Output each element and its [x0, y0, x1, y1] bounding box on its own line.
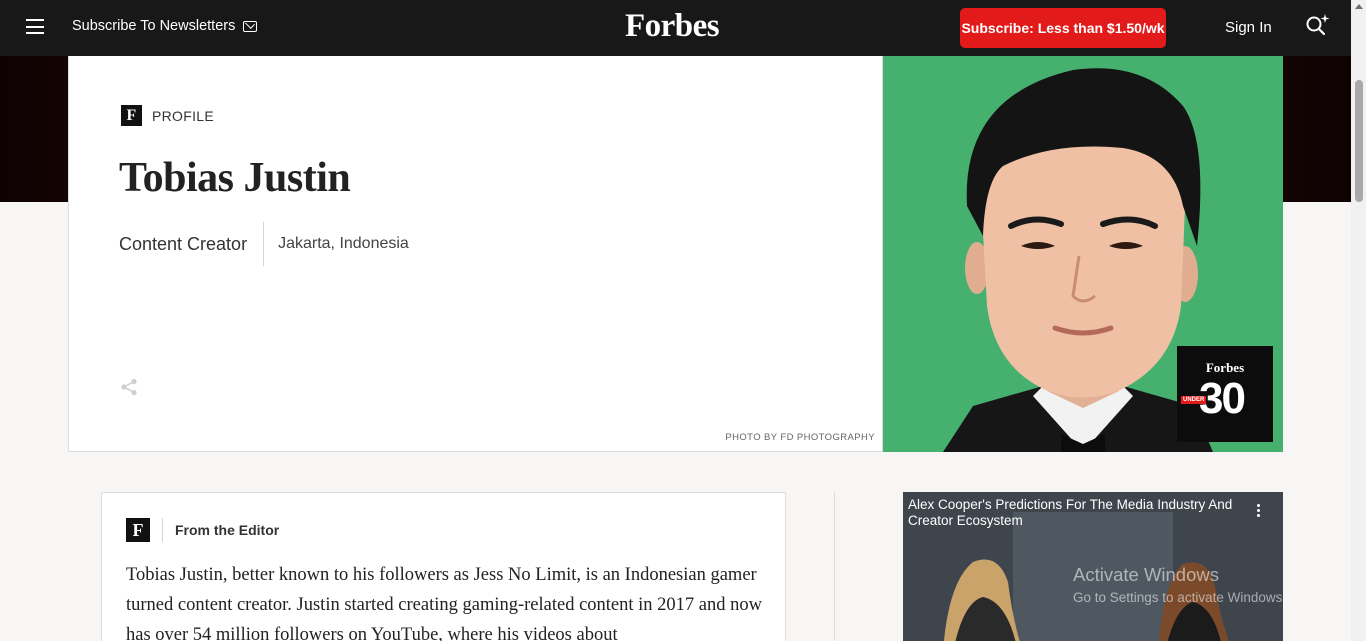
- editor-title: From the Editor: [175, 522, 280, 538]
- subscribe-newsletters-link[interactable]: Subscribe To Newsletters: [72, 18, 258, 34]
- profile-card: F PROFILE Tobias Justin Content Creator …: [68, 56, 883, 452]
- profile-name: Tobias Justin: [119, 155, 351, 201]
- search-icon[interactable]: [1305, 13, 1331, 39]
- page-scrollbar[interactable]: [1351, 0, 1366, 641]
- hamburger-menu-icon[interactable]: [26, 19, 46, 37]
- column-divider: [834, 492, 835, 641]
- video-title[interactable]: Alex Cooper's Predictions For The Media …: [908, 497, 1238, 529]
- scroll-thumb[interactable]: [1355, 80, 1363, 202]
- newsletter-label: Subscribe To Newsletters: [72, 18, 236, 34]
- forbes-logo[interactable]: Forbes: [625, 8, 720, 45]
- editor-card: F From the Editor Tobias Justin, better …: [101, 492, 786, 641]
- profile-tag: F PROFILE: [121, 105, 214, 126]
- sign-in-link[interactable]: Sign In: [1225, 19, 1272, 36]
- more-options-icon[interactable]: [1253, 504, 1263, 520]
- subscribe-button[interactable]: Subscribe: Less than $1.50/wk: [960, 8, 1166, 48]
- watermark-subtitle: Go to Settings to activate Windows.: [1073, 590, 1287, 605]
- profile-location: Jakarta, Indonesia: [278, 235, 409, 252]
- forbes-f-icon: F: [126, 518, 150, 542]
- mail-icon: [243, 20, 258, 32]
- watermark-title: Activate Windows: [1073, 564, 1219, 585]
- forbes-30-under-30-badge: Forbes UNDER 30: [1177, 346, 1273, 442]
- scroll-up-arrow-icon[interactable]: [1355, 4, 1363, 9]
- photo-credit: PHOTO BY FD PHOTOGRAPHY: [725, 432, 875, 443]
- profile-role: Content Creator: [119, 222, 265, 266]
- divider: [162, 518, 163, 542]
- profile-meta: Content Creator Jakarta, Indonesia: [119, 222, 409, 266]
- forbes-f-icon: F: [121, 105, 142, 126]
- profile-tag-label: PROFILE: [152, 107, 215, 124]
- profile-photo: Forbes UNDER 30: [883, 56, 1283, 452]
- editor-body: Tobias Justin, better known to his follo…: [126, 565, 762, 641]
- badge-number: 30: [1199, 374, 1246, 423]
- share-icon[interactable]: [120, 378, 138, 396]
- activate-windows-watermark: Activate Windows Go to Settings to activ…: [1073, 564, 1286, 605]
- editor-header: F From the Editor: [126, 518, 279, 542]
- top-nav: Subscribe To Newsletters Forbes Subscrib…: [0, 0, 1351, 56]
